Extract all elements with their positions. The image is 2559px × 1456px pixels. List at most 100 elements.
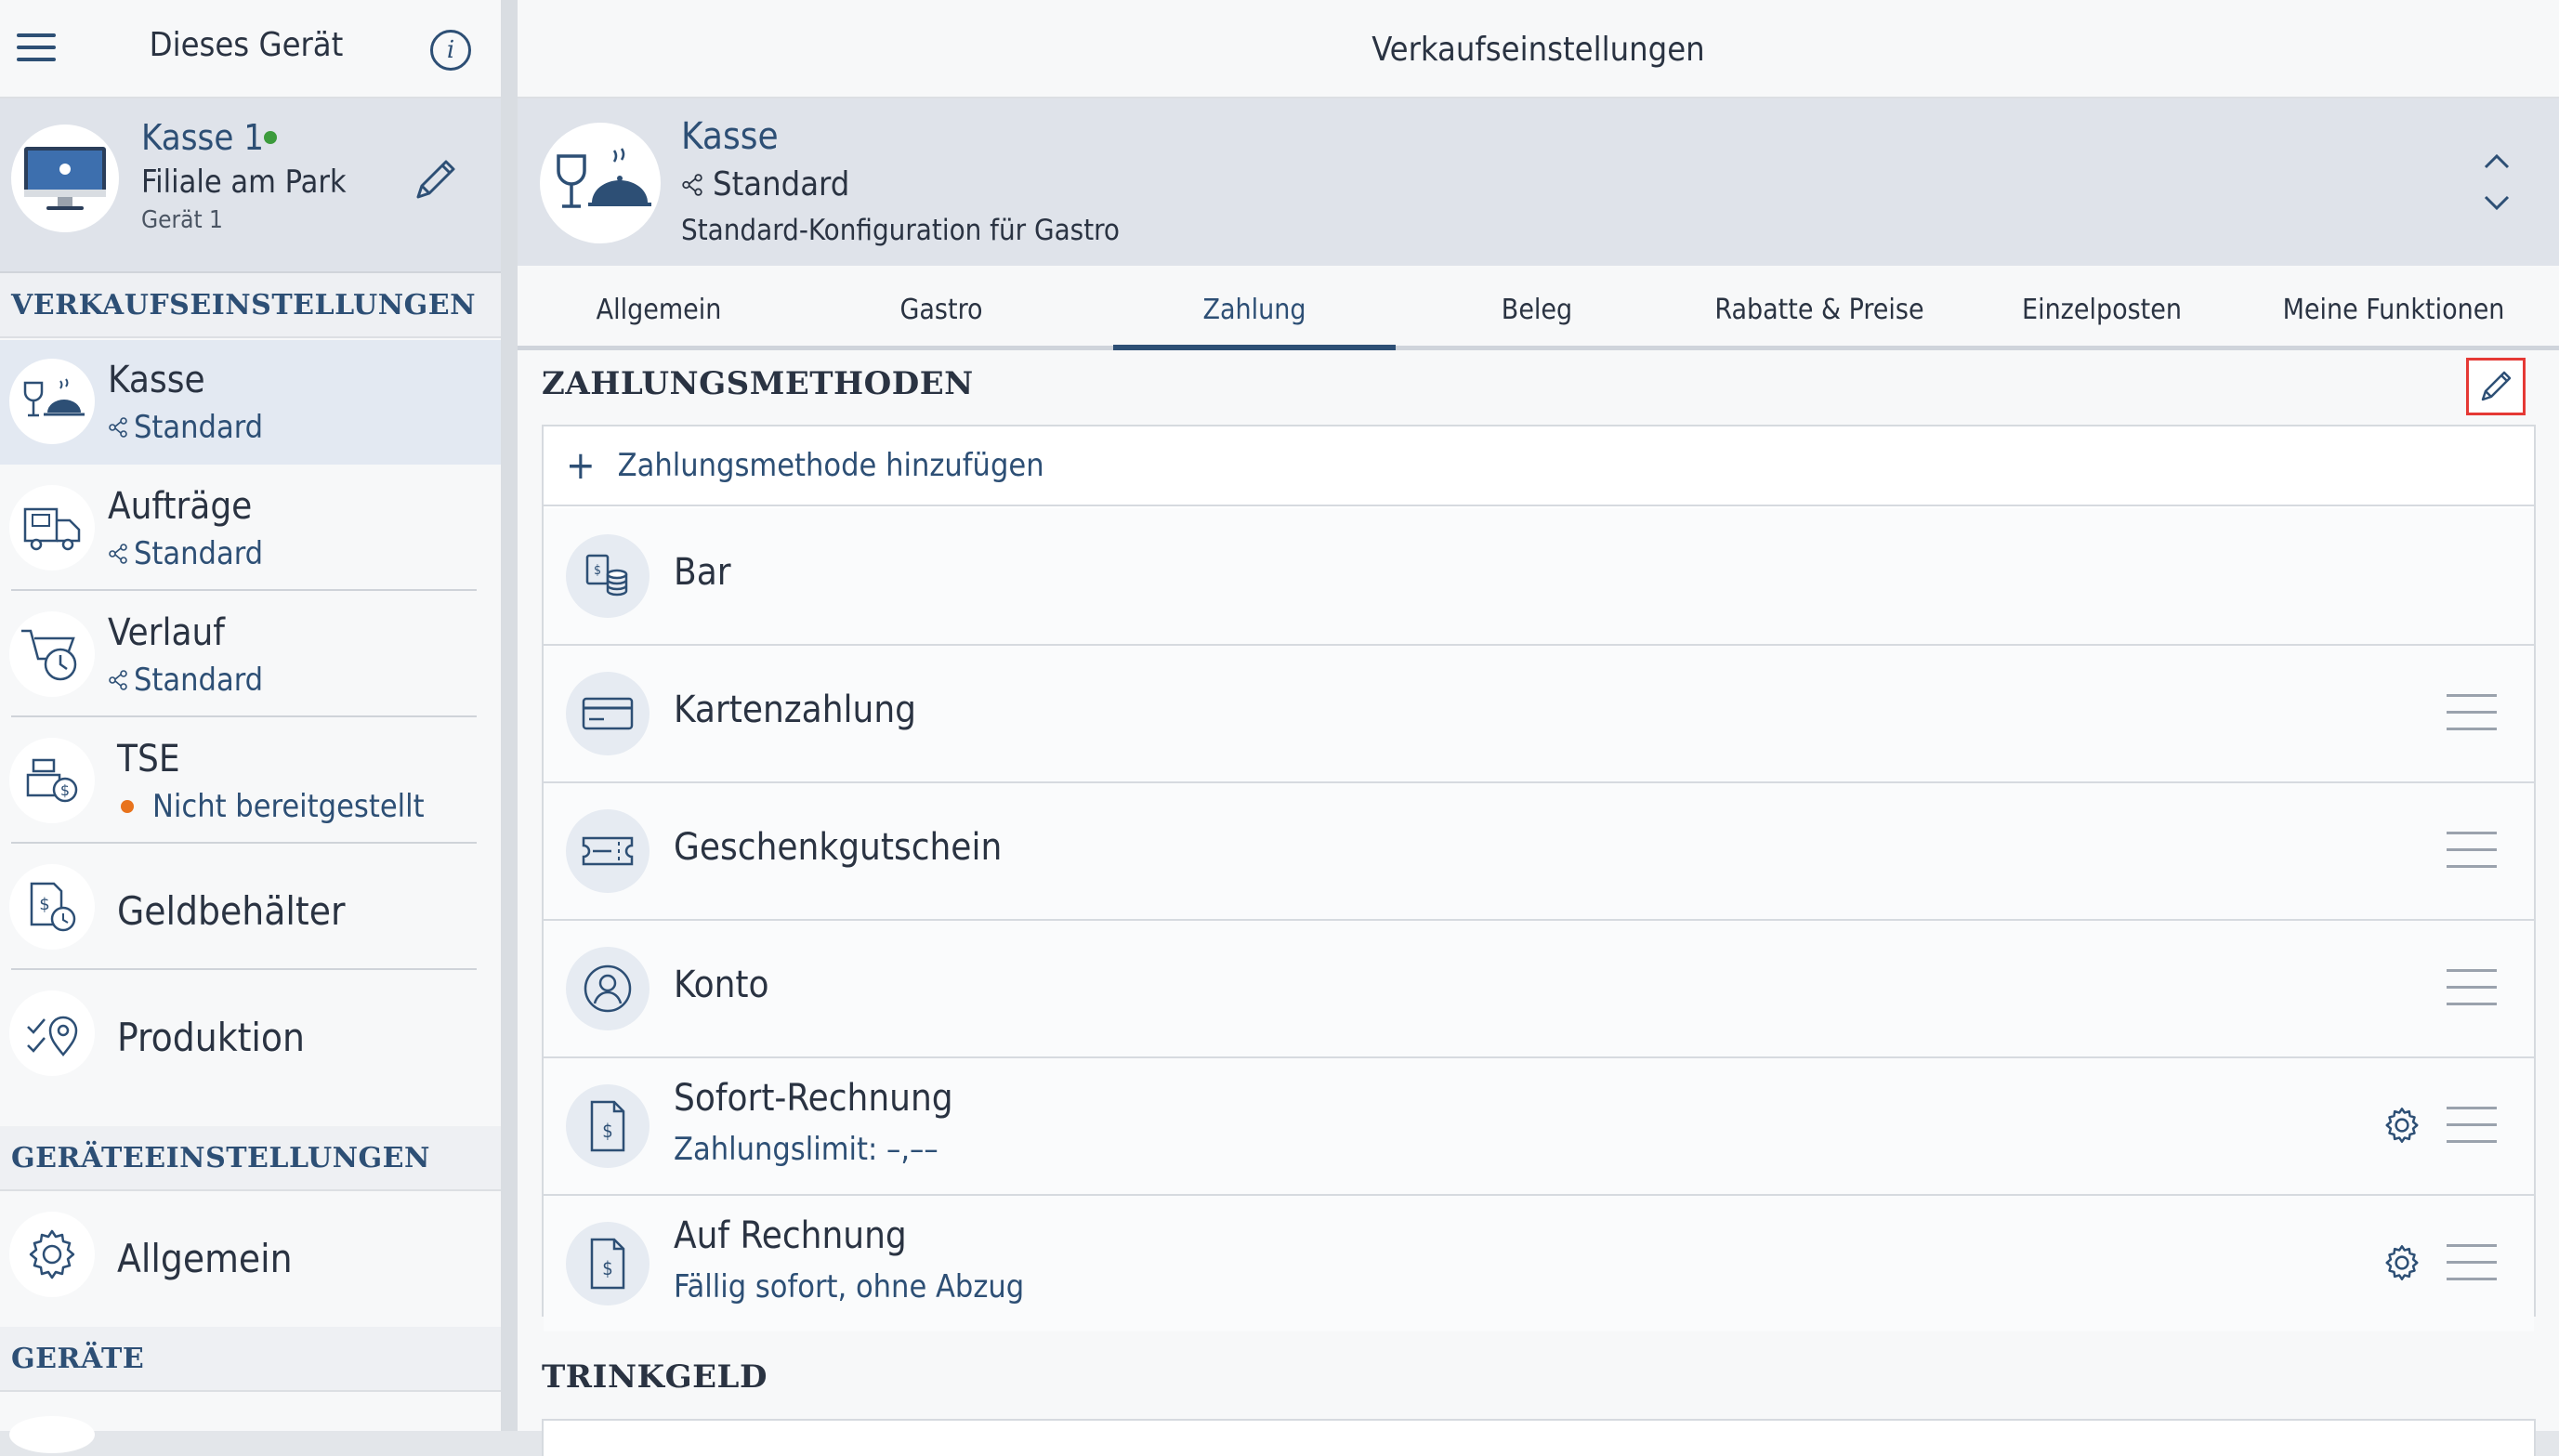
cart-history-icon (9, 611, 95, 697)
tab-beleg[interactable]: Beleg (1396, 268, 1678, 346)
drag-handle-icon[interactable] (2447, 1107, 2497, 1144)
sidebar-item-sub-text: Nicht bereitgestellt (152, 788, 425, 825)
payment-label: Sofort-Rechnung (674, 1077, 953, 1120)
tab-allgemein[interactable]: Allgemein (518, 268, 800, 346)
settings-gear-icon[interactable] (2382, 1105, 2422, 1146)
sidebar-item-allgemein[interactable]: Allgemein (0, 1193, 501, 1318)
sidebar-item-geldbehaelter[interactable]: $ Geldbehälter (0, 846, 501, 970)
online-status-dot (264, 131, 277, 144)
payment-label: Auf Rechnung (674, 1214, 907, 1257)
svg-text:$: $ (594, 563, 601, 578)
payment-row-sofort-rechnung[interactable]: $ Sofort-Rechnung Zahlungslimit: –,–– (544, 1058, 2534, 1196)
tab-zahlung[interactable]: Zahlung (1113, 268, 1396, 350)
pane-divider[interactable] (501, 0, 518, 1431)
chevron-up-down-icon[interactable] (2478, 151, 2515, 216)
gear-icon (9, 1212, 95, 1297)
computer-icon (11, 125, 119, 232)
register-coin-icon: $ (9, 738, 95, 823)
sidebar-item-tse[interactable]: $ TSE Nicht bereitgestellt (0, 719, 501, 844)
sidebar-item-sub: Standard (108, 409, 263, 446)
left-pane: Dieses Gerät i Kasse 1 Filiale am Park G… (0, 0, 501, 1453)
settings-gear-icon[interactable] (2382, 1242, 2422, 1283)
device-card[interactable]: Kasse 1 Filiale am Park Gerät 1 (0, 98, 501, 273)
device-icon (9, 1416, 95, 1453)
info-icon[interactable]: i (430, 30, 471, 71)
tab-meine-funktionen[interactable]: Meine Funktionen (2243, 268, 2544, 346)
payment-row-konto[interactable]: Konto (544, 921, 2534, 1058)
sidebar-item-label: Aufträge (108, 485, 253, 528)
payment-row-geschenkgutschein[interactable]: Geschenkgutschein (544, 783, 2534, 921)
sidebar-item-auftraege[interactable]: Aufträge Standard (0, 466, 501, 591)
dining-icon (9, 359, 95, 444)
drag-handle-icon[interactable] (2447, 694, 2497, 731)
share-icon (109, 417, 127, 438)
sidebar-item-sub: Nicht bereitgestellt (104, 788, 425, 825)
sidebar-item-label: Produktion (117, 1015, 305, 1060)
drag-handle-icon[interactable] (2447, 832, 2497, 869)
sidebar-item-sub: Standard (108, 535, 263, 572)
sidebar-item-label: Geldbehälter (117, 888, 346, 934)
payment-label: Bar (674, 551, 731, 594)
credit-card-icon (566, 672, 650, 755)
tab-einzelposten[interactable]: Einzelposten (1961, 268, 2243, 346)
svg-text:$: $ (602, 1120, 612, 1142)
sidebar-item-verlauf[interactable]: Verlauf Standard (0, 593, 501, 717)
section-payment-methods: ZAHLUNGSMETHODEN (542, 365, 974, 402)
sidebar-item-produktion[interactable]: Produktion (0, 972, 501, 1096)
profile-sub: Standard (681, 165, 849, 203)
sidebar-item-label: Verlauf (108, 611, 225, 654)
tab-rabatte-preise[interactable]: Rabatte & Preise (1678, 268, 1961, 346)
menu-icon[interactable] (17, 33, 58, 63)
device-name: Kasse 1 (141, 117, 264, 158)
add-payment-method-button[interactable]: + Zahlungsmethode hinzufügen (544, 426, 2534, 506)
device-location: Filiale am Park (141, 164, 347, 201)
sidebar-item-sub-text: Standard (134, 409, 264, 446)
sidebar-item-sub: Standard (108, 662, 263, 699)
sidebar-item-sub-text: Standard (134, 662, 264, 699)
drag-handle-icon[interactable] (2447, 1244, 2497, 1281)
payment-row-bar[interactable]: $ Bar (544, 508, 2534, 646)
payment-label: Geschenkgutschein (674, 826, 1003, 869)
delivery-truck-icon (9, 485, 95, 571)
svg-text:$: $ (39, 895, 49, 914)
invoice-dollar-icon: $ (566, 1222, 650, 1305)
tab-bar: Allgemein Gastro Zahlung Beleg Rabatte &… (518, 268, 2559, 350)
plus-icon: + (566, 442, 596, 488)
section-tip: TRINKGELD (542, 1358, 768, 1396)
payment-methods-list: + Zahlungsmethode hinzufügen $ Bar Karte… (542, 425, 2536, 1331)
edit-device-pencil-icon[interactable] (409, 154, 461, 206)
add-payment-method-label: Zahlungsmethode hinzufügen (617, 447, 1044, 484)
page-title: Verkaufseinstellungen (518, 0, 2559, 98)
payment-label: Kartenzahlung (674, 689, 917, 731)
drag-handle-icon[interactable] (2447, 969, 2497, 1006)
tab-gastro[interactable]: Gastro (800, 268, 1083, 346)
share-icon (109, 544, 127, 564)
dining-icon (540, 123, 661, 243)
section-device-settings: GERÄTEEINSTELLUNGEN (0, 1126, 501, 1191)
payment-sub: Zahlungslimit: –,–– (674, 1131, 938, 1168)
payment-row-kartenzahlung[interactable]: Kartenzahlung (544, 646, 2534, 783)
user-account-icon (566, 947, 650, 1030)
warning-status-dot (121, 800, 134, 813)
sidebar-item-label: TSE (117, 738, 180, 780)
sidebar-item-sub-text: Standard (134, 535, 264, 572)
money-document-clock-icon: $ (9, 864, 95, 950)
payment-row-auf-rechnung[interactable]: $ Auf Rechnung Fällig sofort, ohne Abzug (544, 1196, 2534, 1331)
svg-text:$: $ (60, 781, 70, 799)
map-pin-check-icon (9, 990, 95, 1076)
device-id: Gerät 1 (141, 206, 223, 234)
profile-title: Kasse (681, 115, 779, 158)
profile-name: Standard (713, 165, 850, 203)
invoice-dollar-icon: $ (566, 1084, 650, 1168)
edit-pencil-icon[interactable] (2466, 358, 2526, 415)
profile-header[interactable]: Kasse Standard Standard-Konfiguration fü… (518, 98, 2559, 266)
sidebar-item-kasse[interactable]: Kasse Standard (0, 340, 501, 465)
cash-coins-icon: $ (566, 534, 650, 618)
section-sales-settings: VERKAUFSEINSTELLUNGEN (0, 273, 501, 338)
share-icon (682, 173, 702, 196)
left-title: Dieses Gerät (149, 26, 344, 64)
sidebar-item-label: Allgemein (117, 1236, 293, 1281)
sidebar-item-device-partial[interactable] (0, 1394, 501, 1453)
left-header: Dieses Gerät i (0, 0, 501, 98)
profile-description: Standard-Konfiguration für Gastro (681, 214, 1120, 247)
